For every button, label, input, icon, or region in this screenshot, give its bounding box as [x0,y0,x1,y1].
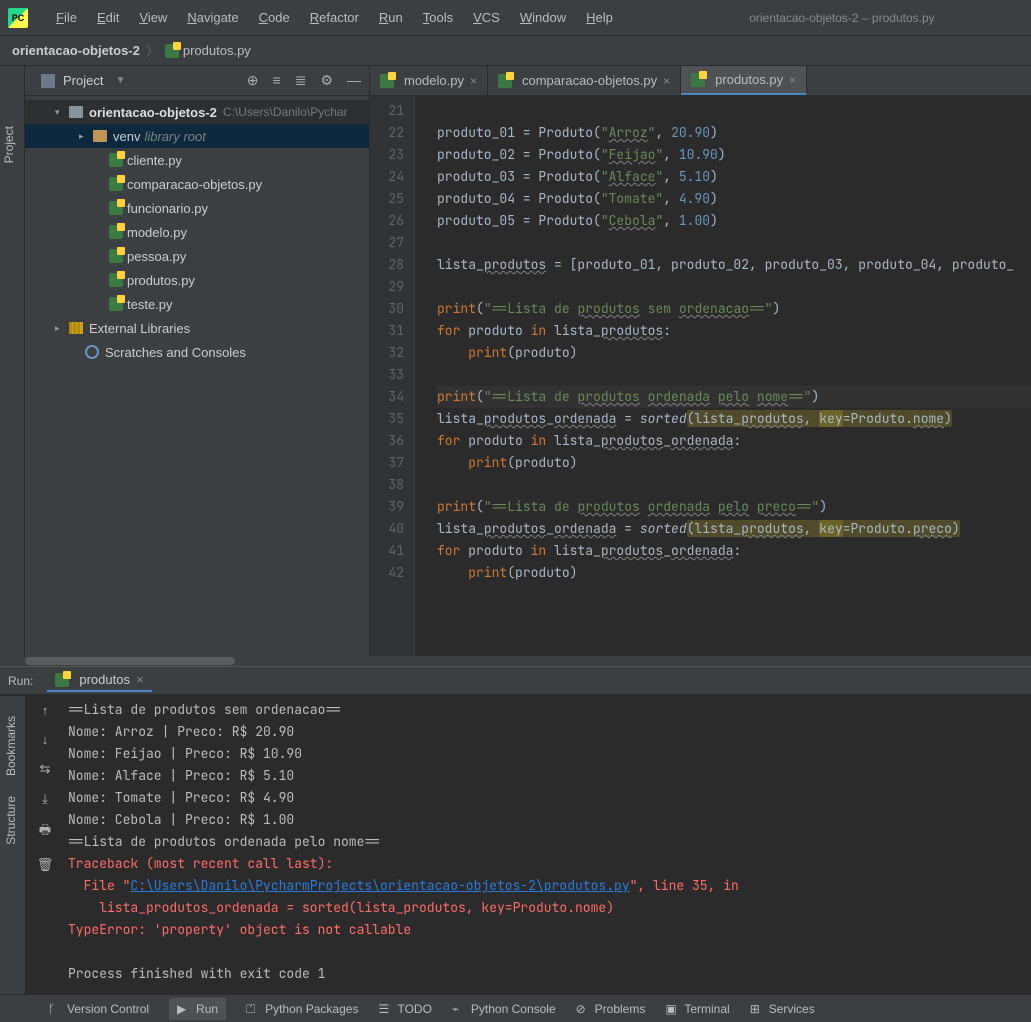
editor-area: modelo.py×comparacao-objetos.py×produtos… [370,66,1031,656]
tree-file-funcionario-py[interactable]: funcionario.py [25,196,369,220]
run-tool-window: Run: produtos × ▶ 🔧 ■ ▦ 📌 ↑ ↓ ⇆ ⤓ 🖶 🗑 ==… [0,666,1031,1006]
pkg-icon: ⏍ [246,1002,259,1015]
statusbar-python-console[interactable]: ⌁Python Console [452,1002,556,1016]
code-content[interactable]: produto_01 = Produto("Arroz", 20.90)prod… [415,96,1031,656]
line-number-gutter[interactable]: 2122232425262728293031323334353637383940… [370,96,415,656]
python-file-icon [55,673,69,687]
project-tool-window: Project ▼ ⊕ ≡ ≣ ⚙ — ▾orientacao-objetos-… [25,66,370,656]
editor-tab-produtos-py[interactable]: produtos.py× [681,66,807,95]
window-title: orientacao-objetos-2 – produtos.py [709,11,934,25]
tree-file-comparacao-objetos-py[interactable]: comparacao-objetos.py [25,172,369,196]
menu-file[interactable]: File [48,6,85,29]
statusbar-python-packages[interactable]: ⏍Python Packages [246,1002,358,1016]
select-opened-file-icon[interactable]: ⊕ [247,72,259,89]
run-console-output[interactable]: ==Lista de produtos sem ordenacao==Nome:… [60,695,1031,1006]
menu-edit[interactable]: Edit [89,6,127,29]
scrollbar-thumb[interactable] [25,657,235,665]
python-file-icon [165,44,179,58]
print-icon[interactable]: 🖶 [39,821,51,843]
run-toolbar-mid: ↑ ↓ ⇆ ⤓ 🖶 🗑 [30,695,60,1006]
project-view-label[interactable]: Project [63,73,103,88]
expand-all-icon[interactable]: ≡ [273,72,281,89]
warn-icon: ⊘ [576,1002,589,1015]
statusbar-services[interactable]: ⊞Services [750,1002,815,1016]
hide-icon[interactable]: — [347,72,361,89]
close-icon[interactable]: × [136,672,144,687]
breadcrumb-file[interactable]: produtos.py [183,43,251,58]
status-bar: ᚶVersion Control ▶Run ⏍Python Packages ☰TOD… [0,994,1031,1022]
collapse-all-icon[interactable]: ≣ [295,72,307,89]
navigation-bar[interactable]: orientacao-objetos-2 〉 produtos.py [0,36,1031,66]
chevron-right-icon: 〉 [146,41,159,60]
play-icon: ▶ [177,1002,190,1015]
menu-vcs[interactable]: VCS [465,6,508,29]
title-bar: PC FileEditViewNavigateCodeRefactorRunTo… [0,0,1031,36]
close-icon[interactable]: × [663,74,670,88]
editor-tab-modelo-py[interactable]: modelo.py× [370,66,488,95]
tree-project-root[interactable]: ▾orientacao-objetos-2C:\Users\Danilo\Pyc… [25,100,369,124]
project-tool-tab[interactable]: Project [2,126,16,163]
svc-icon: ⊞ [750,1002,763,1015]
scroll-to-end-icon[interactable]: ⤓ [42,791,48,807]
tree-scratches[interactable]: Scratches and Consoles [25,340,369,364]
breadcrumb-project[interactable]: orientacao-objetos-2 [12,43,140,58]
statusbar-problems[interactable]: ⊘Problems [576,1002,646,1016]
editor-tab-comparacao-objetos-py[interactable]: comparacao-objetos.py× [488,66,681,95]
project-icon [41,74,55,88]
statusbar-version-control[interactable]: ᚶVersion Control [48,1002,149,1016]
bookmarks-tool-tab[interactable]: Bookmarks [4,716,18,776]
menu-window[interactable]: Window [512,6,574,29]
statusbar-todo[interactable]: ☰TODO [378,1002,431,1016]
menu-view[interactable]: View [131,6,175,29]
tree-external-libraries[interactable]: ▸External Libraries [25,316,369,340]
project-tree[interactable]: ▾orientacao-objetos-2C:\Users\Danilo\Pyc… [25,96,369,656]
editor-tab-bar: modelo.py×comparacao-objetos.py×produtos… [370,66,1031,96]
code-editor[interactable]: 2122232425262728293031323334353637383940… [370,96,1031,656]
close-icon[interactable]: × [789,73,796,87]
project-tree-scrollbar[interactable] [0,656,1031,666]
run-header: Run: produtos × [0,667,1031,695]
run-config-tab[interactable]: produtos × [47,669,151,692]
main-menu-bar: FileEditViewNavigateCodeRefactorRunTools… [48,6,621,29]
tree-file-teste-py[interactable]: teste.py [25,292,369,316]
python-file-icon [498,74,512,88]
branch-icon: ᚶ [48,1002,61,1015]
tree-file-produtos-py[interactable]: produtos.py [25,268,369,292]
py-icon: ⌁ [452,1002,465,1015]
term-icon: ▣ [665,1002,678,1015]
tree-file-modelo-py[interactable]: modelo.py [25,220,369,244]
chevron-down-icon[interactable]: ▼ [115,75,125,86]
left-bottom-strip: Bookmarks Structure [0,696,25,994]
project-view-header: Project ▼ ⊕ ≡ ≣ ⚙ — [25,66,369,96]
menu-navigate[interactable]: Navigate [179,6,246,29]
menu-run[interactable]: Run [371,6,411,29]
run-tab-label: produtos [79,672,130,687]
tree-file-pessoa-py[interactable]: pessoa.py [25,244,369,268]
statusbar-terminal[interactable]: ▣Terminal [665,1002,729,1016]
pycharm-logo-icon: PC [8,8,28,28]
python-file-icon [691,73,705,87]
soft-wrap-icon[interactable]: ⇆ [40,761,51,777]
menu-help[interactable]: Help [578,6,621,29]
down-icon[interactable]: ↓ [42,732,49,747]
tree-venv[interactable]: ▸venvlibrary root [25,124,369,148]
menu-tools[interactable]: Tools [415,6,461,29]
up-icon[interactable]: ↑ [42,703,49,718]
menu-code[interactable]: Code [251,6,298,29]
run-label: Run: [8,674,33,688]
close-icon[interactable]: × [470,74,477,88]
tree-file-cliente-py[interactable]: cliente.py [25,148,369,172]
structure-tool-tab[interactable]: Structure [4,796,18,845]
statusbar-run[interactable]: ▶Run [169,998,226,1020]
settings-icon[interactable]: ⚙ [320,72,333,89]
todo-icon: ☰ [378,1002,391,1015]
left-tool-strip: Project [0,66,25,656]
python-file-icon [380,74,394,88]
clear-icon[interactable]: 🗑 [37,857,54,873]
menu-refactor[interactable]: Refactor [302,6,367,29]
